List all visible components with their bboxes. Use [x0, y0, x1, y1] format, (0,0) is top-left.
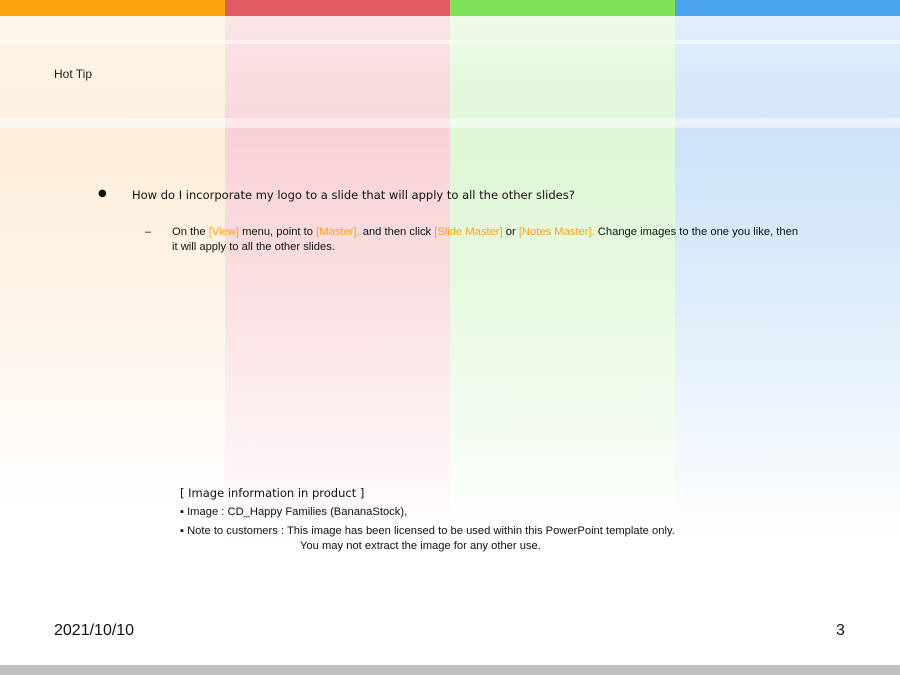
notes-master-ref: [Notes Master]. — [518, 226, 595, 238]
bullet-text: How do I incorporate my logo to a slide … — [132, 188, 575, 202]
sub-text-2: menu, point to — [238, 226, 317, 238]
page-number: 3 — [836, 622, 845, 639]
dash-marker: – — [145, 226, 152, 238]
info-heading: [ Image information in product ] — [180, 486, 365, 500]
bullet-marker: ● — [98, 188, 107, 199]
slide-date: 2021/10/10 — [54, 622, 135, 639]
orange-bar — [0, 0, 225, 16]
slide-title: Hot Tip — [54, 67, 93, 81]
sub-text-1: On the — [172, 226, 209, 238]
green-bar — [450, 0, 675, 16]
sub-bullet-text: On the [View] menu, point to [Master], a… — [172, 225, 802, 255]
slide-master-ref: [Slide Master] — [434, 226, 503, 238]
info-note-line-2: You may not extract the image for any ot… — [300, 540, 541, 552]
header-stripe — [0, 40, 900, 44]
footer-bar — [0, 665, 900, 675]
image-information: [ Image information in product ] ▪ Image… — [180, 486, 675, 554]
sub-text-4: or — [502, 226, 519, 238]
blue-bar — [675, 0, 900, 16]
red-bar — [225, 0, 450, 16]
info-note-line: ▪ Note to customers : This image has bee… — [180, 525, 675, 537]
sub-text-3: and then click — [359, 226, 435, 238]
view-menu-ref: [View] — [208, 226, 239, 238]
header-band — [0, 16, 900, 126]
header-stripe-lower — [0, 118, 900, 128]
master-menu-ref: [Master], — [316, 226, 360, 238]
info-image-line: ▪ Image : CD_Happy Families (BananaStock… — [180, 506, 408, 518]
